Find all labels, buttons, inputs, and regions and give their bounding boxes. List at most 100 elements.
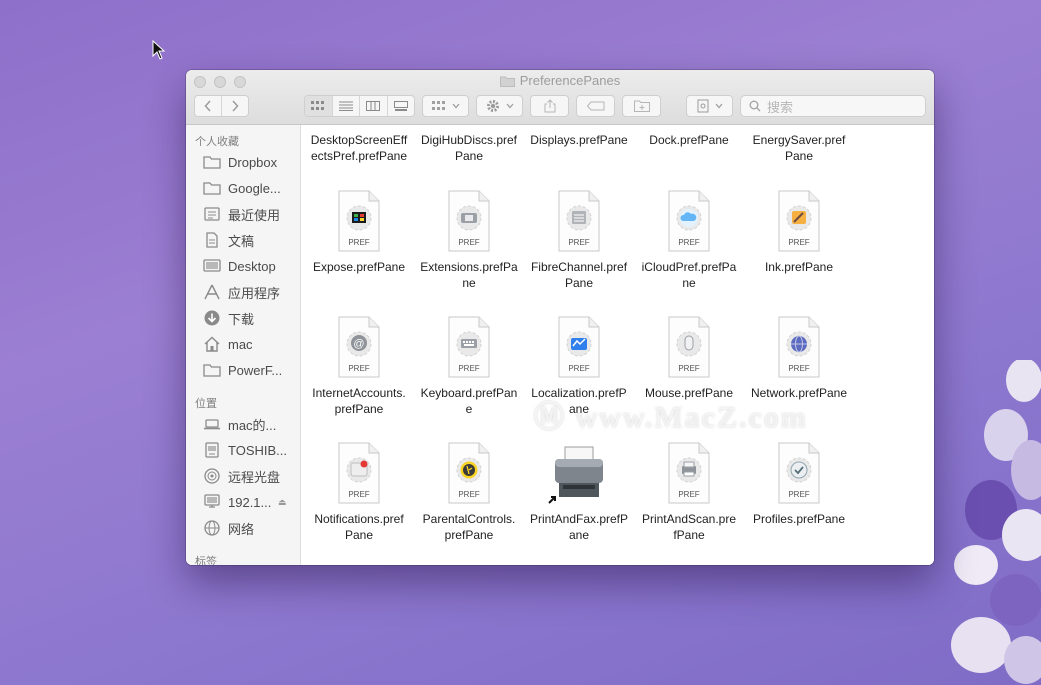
watermark-text: Ⓜ www.MacZ.com xyxy=(534,401,808,434)
svg-text:@: @ xyxy=(353,338,364,350)
alias-arrow-icon xyxy=(548,496,556,504)
file-item[interactable]: @ PREF InternetAccounts. prefPane xyxy=(304,315,414,417)
svg-text:PREF: PREF xyxy=(788,490,809,499)
chevron-down-icon xyxy=(506,103,513,109)
window-title: PreferencePanes xyxy=(186,73,934,88)
sidebar-item-google[interactable]: Google... xyxy=(186,175,300,201)
file-item[interactable]: PREF iCloudPref.prefPa ne xyxy=(634,189,744,291)
new-folder-button[interactable] xyxy=(622,95,661,117)
document-icon: PREF xyxy=(448,442,490,504)
icon-view-button[interactable] xyxy=(305,96,333,116)
file-name: Extensions.prefPa ne xyxy=(420,260,518,290)
sidebar-item-home[interactable]: mac xyxy=(186,331,300,357)
laptop-icon xyxy=(202,415,222,433)
sidebar-item-label: 文稿 xyxy=(228,233,255,249)
document-icon: PREF xyxy=(778,316,820,378)
file-grid: DesktopScreenEff ectsPref.prefPane DigiHu… xyxy=(301,125,934,565)
back-button[interactable] xyxy=(195,96,222,116)
expose-file-icon: PREF xyxy=(327,189,391,253)
sidebar-item-recents[interactable]: 最近使用 xyxy=(186,201,300,227)
file-item[interactable]: PREF ParentalControls. prefPane xyxy=(414,441,524,543)
favorites-header: 个人收藏 xyxy=(195,136,239,148)
desktop-flower-decoration xyxy=(951,360,1041,684)
sidebar-item-label: 应用程序 xyxy=(228,285,281,301)
file-item[interactable]: PREF Expose.prefPane xyxy=(304,189,414,275)
file-item[interactable]: Dock.prefPane xyxy=(634,132,744,148)
sidebar-item-mac[interactable]: mac的... xyxy=(186,411,300,437)
file-item[interactable]: PREF Profiles.prefPane xyxy=(744,441,854,527)
edit-tags-button[interactable] xyxy=(576,95,615,117)
window-title-label: PreferencePanes xyxy=(519,73,621,88)
document-icon: @ PREF xyxy=(338,316,380,378)
download-icon xyxy=(202,309,222,327)
sidebar-item-dropbox[interactable]: Dropbox xyxy=(186,149,300,175)
svg-text:PREF: PREF xyxy=(348,490,369,499)
new-folder-icon xyxy=(633,100,650,112)
file-item[interactable]: PrintAndFax.prefP ane xyxy=(524,441,634,543)
file-name: FibreChannel.pref Pane xyxy=(530,260,628,290)
sidebar-item-label: 网络 xyxy=(228,521,255,537)
file-item[interactable]: DigiHubDiscs.pref Pane xyxy=(414,132,524,164)
gallery-icon xyxy=(393,101,408,111)
sidebar-item-downloads[interactable]: 下载 xyxy=(186,305,300,331)
document-icon: PREF xyxy=(558,190,600,252)
home-icon xyxy=(202,335,222,353)
file-name: InternetAccounts. prefPane xyxy=(312,386,406,416)
list-icon xyxy=(338,101,353,111)
file-item[interactable]: PREF Mouse.prefPane xyxy=(634,315,744,401)
sidebar-item-label: Desktop xyxy=(228,258,276,274)
file-name: Keyboard.prefPan e xyxy=(420,386,518,416)
chevron-down-icon xyxy=(452,103,459,109)
svg-text:PREF: PREF xyxy=(458,364,479,373)
view-mode-segment xyxy=(304,95,415,117)
action-menu-button[interactable] xyxy=(476,95,523,117)
column-view-button[interactable] xyxy=(360,96,388,116)
file-item[interactable]: PREF Ink.prefPane xyxy=(744,189,854,275)
sidebar-item-remote-disc[interactable]: 远程光盘 xyxy=(186,463,300,489)
svg-text:PREF: PREF xyxy=(568,238,589,247)
forward-button[interactable] xyxy=(222,96,248,116)
profiles-file-icon: PREF xyxy=(767,441,831,505)
document-icon: PREF xyxy=(668,190,710,252)
mouse-pointer-icon xyxy=(152,40,166,60)
eject-icon[interactable]: ⏏ xyxy=(278,497,287,508)
sidebar-item-server[interactable]: 192.1... ⏏ xyxy=(186,489,300,515)
svg-text:PREF: PREF xyxy=(678,490,699,499)
quick-look-button[interactable] xyxy=(686,95,733,117)
gallery-view-button[interactable] xyxy=(388,96,415,116)
sidebar-item-label: 192.1... xyxy=(228,494,272,510)
file-item[interactable]: PREF Network.prefPane xyxy=(744,315,854,401)
search-field[interactable]: 搜索 xyxy=(740,95,926,117)
sidebar-item-applications[interactable]: 应用程序 xyxy=(186,279,300,305)
group-by-button[interactable] xyxy=(422,95,469,117)
file-item[interactable]: PREF FibreChannel.pref Pane xyxy=(524,189,634,291)
file-name: Profiles.prefPane xyxy=(752,512,846,526)
file-item[interactable]: PREF Extensions.prefPa ne xyxy=(414,189,524,291)
file-name: PrintAndFax.prefP ane xyxy=(529,512,629,542)
folder-icon xyxy=(202,153,222,171)
file-name: EnergySaver.pref Pane xyxy=(752,133,846,163)
file-item[interactable]: PREF Keyboard.prefPan e xyxy=(414,315,524,417)
file-item[interactable]: PREF PrintAndScan.pre fPane xyxy=(634,441,744,543)
share-button[interactable] xyxy=(530,95,569,117)
network-icon xyxy=(202,519,222,537)
document-icon: PREF xyxy=(668,442,710,504)
folder-icon xyxy=(202,361,222,379)
recents-icon xyxy=(202,205,222,223)
list-view-button[interactable] xyxy=(333,96,360,116)
sidebar-item-documents[interactable]: 文稿 xyxy=(186,227,300,253)
file-item[interactable]: DesktopScreenEff ectsPref.prefPane xyxy=(304,132,414,164)
sidebar-item-desktop[interactable]: Desktop xyxy=(186,253,300,279)
sidebar-item-network[interactable]: 网络 xyxy=(186,515,300,541)
document-icon: PREF xyxy=(778,190,820,252)
file-item[interactable]: PREF Notifications.pref Pane xyxy=(304,441,414,543)
parental-file-icon: PREF xyxy=(437,441,501,505)
locations-header: 位置 xyxy=(195,398,217,410)
svg-text:PREF: PREF xyxy=(678,364,699,373)
sidebar-item-toshiba[interactable]: TOSHIB... xyxy=(186,437,300,463)
document-icon: PREF xyxy=(448,316,490,378)
disc-icon xyxy=(202,467,222,485)
file-item[interactable]: EnergySaver.pref Pane xyxy=(744,132,854,164)
file-item[interactable]: Displays.prefPane xyxy=(524,132,634,148)
sidebar-item-powerf[interactable]: PowerF... xyxy=(186,357,300,383)
